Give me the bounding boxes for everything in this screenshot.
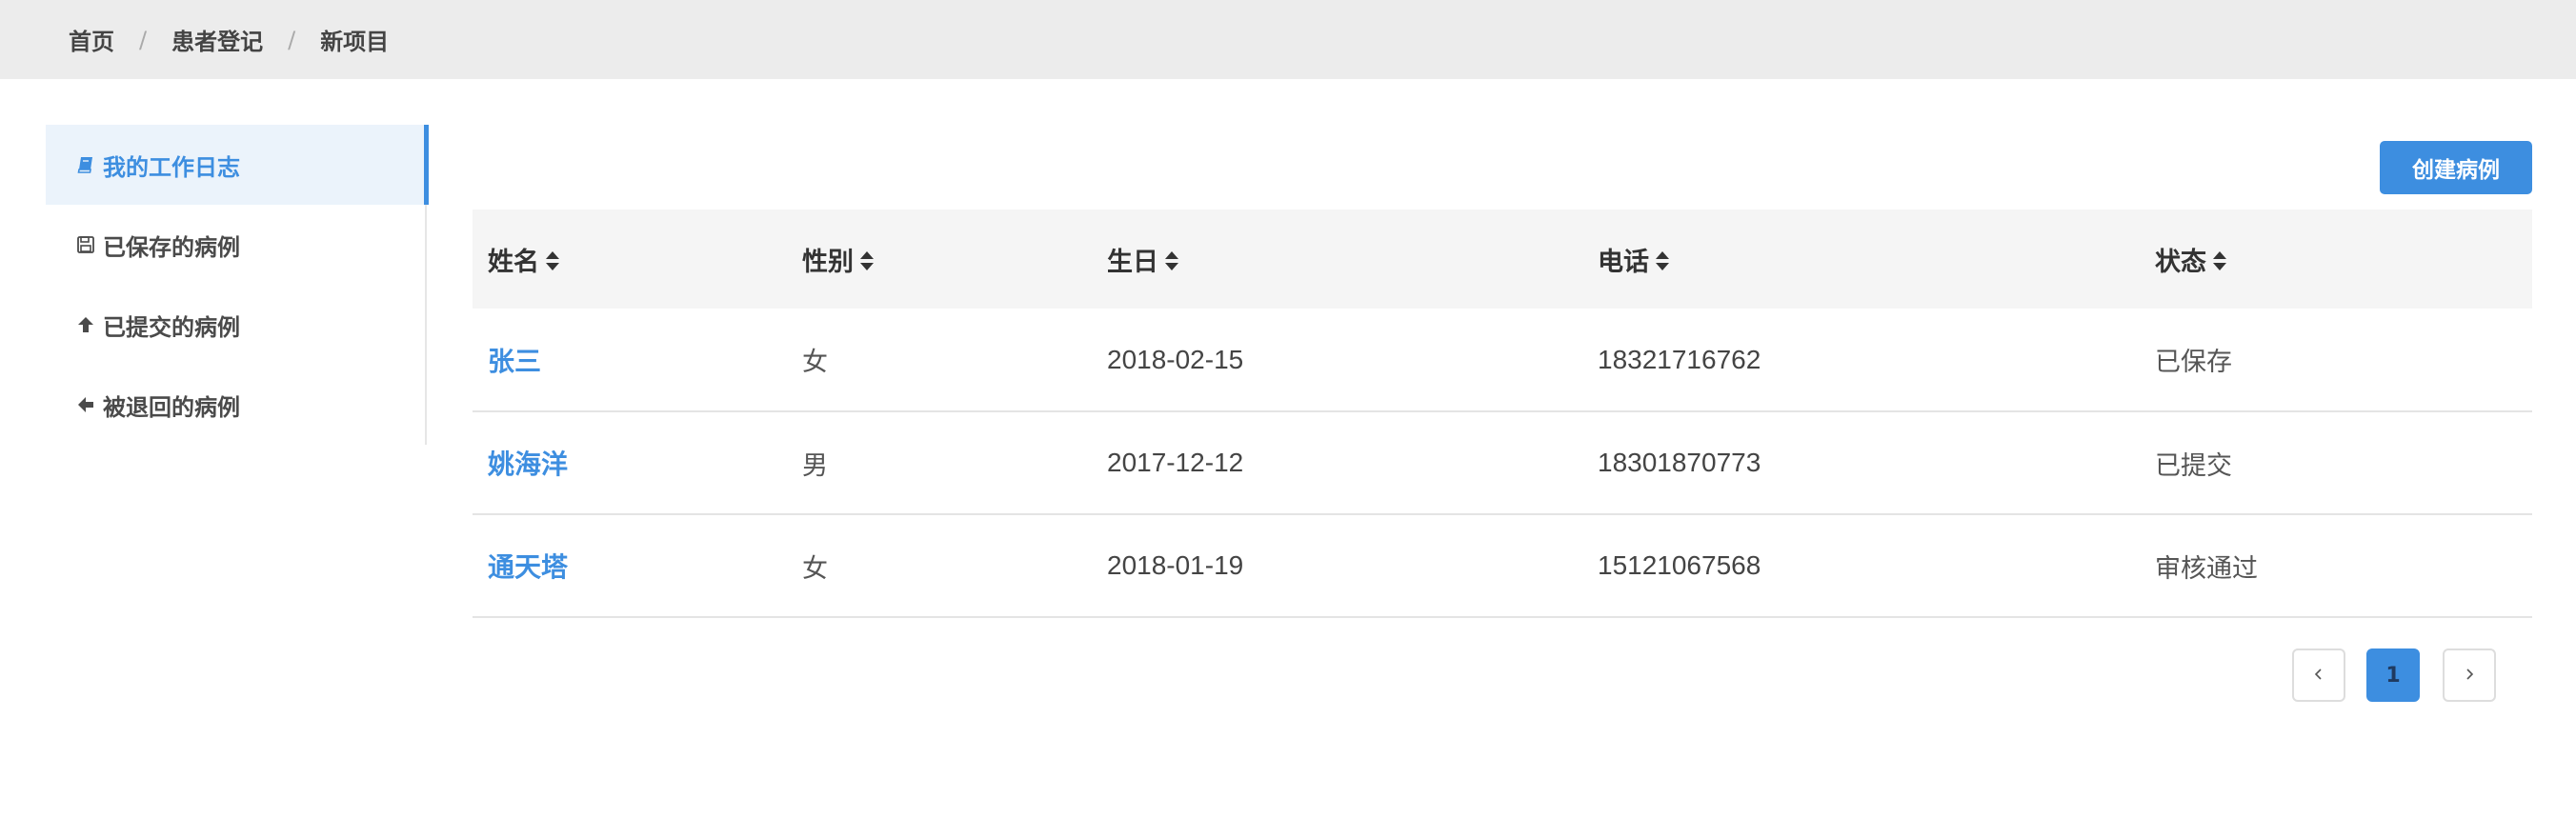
sidebar: 我的工作日志 已保存的病例 已提交的病例 被退回的病例	[46, 125, 429, 445]
cell-gender: 男	[802, 450, 828, 481]
arrow-left-icon	[74, 393, 97, 416]
cell-status: 审核通过	[2155, 553, 2258, 584]
cases-table: 姓名 性别 生日 电话 状态 张三 女 2018-02-15 183217167…	[473, 210, 2532, 618]
cell-birthday: 2018-01-19	[1107, 550, 1244, 580]
sort-icon[interactable]	[859, 249, 875, 278]
column-header-status[interactable]: 状态	[2140, 210, 2532, 309]
breadcrumb-patient-registration[interactable]: 患者登记	[171, 23, 263, 56]
sidebar-item-work-log[interactable]: 我的工作日志	[46, 125, 429, 205]
table-row: 张三 女 2018-02-15 18321716762 已保存	[473, 309, 2532, 411]
sidebar-item-saved-cases[interactable]: 已保存的病例	[46, 205, 425, 285]
column-header-name[interactable]: 姓名	[473, 210, 787, 309]
column-header-birthday[interactable]: 生日	[1092, 210, 1582, 309]
cell-gender: 女	[802, 348, 828, 377]
save-icon	[74, 233, 97, 256]
cell-phone: 18321716762	[1598, 344, 1761, 374]
sidebar-item-label: 已提交的病例	[103, 313, 240, 341]
pagination-prev-button[interactable]	[2292, 648, 2345, 702]
chevron-right-icon	[2463, 667, 2476, 685]
table-row: 通天塔 女 2018-01-19 15121067568 审核通过	[473, 514, 2532, 617]
breadcrumb-separator: /	[288, 26, 296, 53]
cell-birthday: 2017-12-12	[1107, 448, 1244, 477]
book-icon	[74, 153, 97, 176]
cell-phone: 18301870773	[1598, 448, 1761, 477]
sort-icon[interactable]	[1655, 249, 1670, 278]
cell-status: 已提交	[2155, 450, 2232, 481]
sidebar-item-returned-cases[interactable]: 被退回的病例	[46, 365, 425, 445]
sidebar-item-label: 已保存的病例	[103, 233, 240, 261]
table-header-row: 姓名 性别 生日 电话 状态	[473, 210, 2532, 309]
sort-icon[interactable]	[2212, 249, 2227, 278]
table-row: 姚海洋 男 2017-12-12 18301870773 已提交	[473, 411, 2532, 514]
pagination-next-button[interactable]	[2443, 648, 2496, 702]
cell-phone: 15121067568	[1598, 550, 1761, 580]
breadcrumb-home[interactable]: 首页	[69, 23, 114, 56]
sidebar-item-label: 我的工作日志	[103, 153, 240, 181]
column-header-gender[interactable]: 性别	[787, 210, 1092, 309]
sort-icon[interactable]	[1164, 249, 1179, 278]
chevron-left-icon	[2312, 667, 2325, 685]
pagination-page-button[interactable]: 1	[2366, 648, 2420, 702]
patient-name-link[interactable]: 通天塔	[473, 514, 787, 617]
patient-name-link[interactable]: 姚海洋	[473, 411, 787, 514]
patient-name-link[interactable]: 张三	[473, 309, 787, 411]
sidebar-item-submitted-cases[interactable]: 已提交的病例	[46, 285, 425, 365]
arrow-up-icon	[74, 313, 97, 336]
breadcrumb-separator: /	[139, 26, 148, 53]
breadcrumb-new-project: 新项目	[320, 29, 390, 55]
cell-birthday: 2018-02-15	[1107, 344, 1244, 374]
breadcrumb-bar: 首页 / 患者登记 / 新项目	[0, 0, 2576, 79]
sort-icon[interactable]	[545, 249, 560, 278]
cell-status: 已保存	[2155, 348, 2232, 377]
column-header-phone[interactable]: 电话	[1582, 210, 2140, 309]
breadcrumb: 首页 / 患者登记 / 新项目	[69, 0, 389, 79]
cell-gender: 女	[802, 553, 828, 584]
sidebar-item-label: 被退回的病例	[103, 393, 240, 421]
create-case-button[interactable]: 创建病例	[2380, 141, 2532, 194]
